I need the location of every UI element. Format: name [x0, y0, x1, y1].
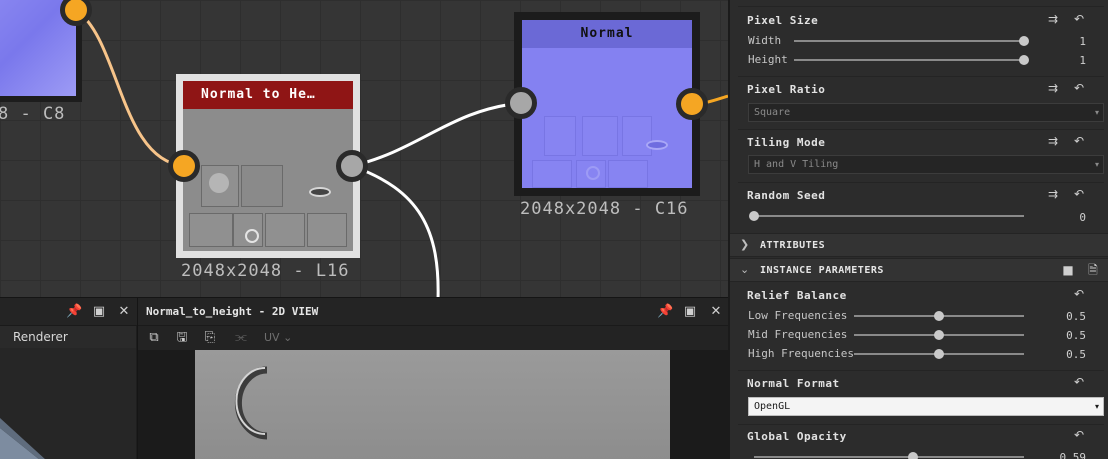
renderer-panel-header: 📌 ▣ ✕ — [0, 298, 137, 326]
wire-nth-down — [351, 164, 440, 297]
slider-knob[interactable] — [934, 349, 944, 359]
node-normal-output-socket[interactable] — [676, 88, 708, 120]
low-frequencies-slider[interactable] — [854, 311, 1024, 321]
node-normal-to-height-label: 2048x2048 - L16 — [181, 261, 350, 281]
pin-icon[interactable]: 📌 — [66, 304, 82, 320]
node-normal-thumbnail — [522, 48, 692, 188]
high-frequencies-slider[interactable] — [854, 349, 1024, 359]
pixel-size-height-label: Height — [748, 53, 788, 66]
restore-icon[interactable]: ▣ — [91, 304, 107, 320]
random-seed-value[interactable]: 0 — [1026, 211, 1086, 224]
pixel-size-width-value[interactable]: 1 — [1026, 35, 1086, 48]
height-map-preview — [195, 350, 670, 459]
reset-icon[interactable]: ↶ — [1070, 134, 1088, 148]
node-normal-title: Normal — [522, 20, 692, 48]
pixel-ratio-dropdown[interactable]: Square ▾ — [748, 103, 1104, 122]
instance-parameters-group-header[interactable]: ⌄ INSTANCE PARAMETERS ■ 🗎 — [730, 258, 1108, 282]
instance-parameters-title: INSTANCE PARAMETERS — [760, 265, 884, 276]
node-normal-input-socket[interactable] — [505, 87, 537, 119]
chevron-right-icon: ❯ — [740, 238, 750, 251]
chevron-down-icon: ▾ — [1094, 402, 1099, 411]
mid-frequencies-label: Mid Frequencies — [748, 328, 848, 341]
node-normal-label: 2048x2048 - C16 — [520, 199, 689, 219]
pixel-size-title: Pixel Size — [747, 14, 819, 27]
slider-knob[interactable] — [749, 211, 759, 221]
link-icon[interactable]: ⇉ — [1044, 187, 1062, 201]
document-icon[interactable]: 🗎 — [1084, 263, 1102, 277]
random-seed-slider[interactable] — [749, 211, 1024, 221]
link-icon[interactable]: ⇉ — [1044, 134, 1062, 148]
reset-icon[interactable]: ↶ — [1070, 12, 1088, 26]
high-frequencies-label: High Frequencies — [748, 347, 854, 360]
random-seed-title: Random Seed — [747, 189, 826, 202]
mid-frequencies-value[interactable]: 0.5 — [1026, 329, 1086, 342]
normal-format-dropdown[interactable]: OpenGL ▾ — [748, 397, 1104, 416]
node-normal[interactable]: Normal — [514, 12, 700, 196]
global-opacity-title: Global Opacity — [747, 430, 847, 443]
properties-panel: Pixel Size ⇉ ↶ Width 1 Height 1 Pixel Ra… — [728, 0, 1108, 459]
global-opacity-value[interactable]: 0.59 — [1026, 451, 1087, 459]
chevron-down-icon: ▾ — [1094, 160, 1099, 169]
2d-view-toolbar: ⧉ 🖫 ⎘ ⫘ UV ⌄ — [138, 326, 728, 350]
2d-view-title: Normal_to_height - 2D VIEW — [146, 305, 319, 318]
save-preset-icon[interactable]: ■ — [1059, 263, 1077, 277]
reset-icon[interactable]: ↶ — [1070, 187, 1088, 201]
slider-knob[interactable] — [934, 311, 944, 321]
renderer-scene — [0, 418, 45, 459]
2d-view-panel: Normal_to_height - 2D VIEW 📌 ▣ ✕ ⧉ 🖫 ⎘ ⫘… — [137, 297, 728, 459]
renderer-tab[interactable]: Renderer — [0, 326, 136, 348]
tiling-mode-selected: H and V Tiling — [754, 159, 839, 170]
mid-frequencies-slider[interactable] — [854, 330, 1024, 340]
slider-knob[interactable] — [934, 330, 944, 340]
save-icon[interactable]: 🖫 — [174, 330, 190, 346]
attributes-title: ATTRIBUTES — [760, 240, 826, 251]
tiling-mode-dropdown[interactable]: H and V Tiling ▾ — [748, 155, 1104, 174]
low-frequencies-label: Low Frequencies — [748, 309, 848, 322]
attributes-group-header[interactable]: ❯ ATTRIBUTES — [730, 233, 1108, 257]
tiling-mode-title: Tiling Mode — [747, 136, 826, 149]
node-normal-to-height-input-socket[interactable] — [168, 150, 200, 182]
renderer-panel: 📌 ▣ ✕ Renderer — [0, 297, 137, 459]
reset-icon[interactable]: ↶ — [1070, 375, 1088, 389]
view-settings-icon[interactable]: ⧉ — [146, 330, 162, 346]
relief-balance-title: Relief Balance — [747, 289, 847, 302]
renderer-viewport[interactable] — [0, 348, 136, 459]
pixel-size-width-slider[interactable] — [794, 36, 1029, 46]
close-icon[interactable]: ✕ — [116, 304, 132, 320]
link-icon[interactable]: ⇉ — [1044, 81, 1062, 95]
close-icon[interactable]: ✕ — [708, 304, 724, 320]
pixel-ratio-title: Pixel Ratio — [747, 83, 826, 96]
pixel-size-height-value[interactable]: 1 — [1026, 54, 1086, 67]
normal-format-selected: OpenGL — [754, 401, 791, 412]
link-icon[interactable]: ⇉ — [1044, 12, 1062, 26]
slider-knob[interactable] — [908, 452, 919, 459]
high-frequencies-value[interactable]: 0.5 — [1026, 348, 1086, 361]
restore-icon[interactable]: ▣ — [682, 304, 698, 320]
pixel-size-width-label: Width — [748, 34, 782, 47]
2d-viewport[interactable] — [138, 350, 728, 459]
copy-icon[interactable]: ⎘ — [202, 330, 218, 346]
2d-view-header: Normal_to_height - 2D VIEW 📌 ▣ ✕ — [138, 298, 728, 326]
reset-icon[interactable]: ↶ — [1070, 287, 1088, 301]
pin-icon[interactable]: 📌 — [657, 304, 673, 320]
node-normal-to-height-thumbnail — [183, 109, 353, 251]
node-normal-to-height-title: Normal to He… — [183, 81, 353, 109]
reset-icon[interactable]: ↶ — [1070, 428, 1088, 442]
node-normal-to-height[interactable]: Normal to He… — [176, 74, 360, 258]
share-icon[interactable]: ⫘ — [233, 330, 249, 346]
pixel-size-height-slider[interactable] — [794, 55, 1029, 65]
wire-c8-to-nth — [75, 8, 185, 168]
pixel-ratio-selected: Square — [754, 107, 791, 118]
normal-format-title: Normal Format — [747, 377, 840, 390]
graph-canvas[interactable]: 8 - C8 Normal to He… 2048x2048 - L16 Nor… — [0, 0, 728, 297]
node-normal-to-height-output-socket[interactable] — [336, 150, 368, 182]
uv-select[interactable]: UV ⌄ — [264, 330, 292, 346]
chevron-down-icon: ▾ — [1094, 108, 1099, 117]
reset-icon[interactable]: ↶ — [1070, 81, 1088, 95]
low-frequencies-value[interactable]: 0.5 — [1026, 310, 1086, 323]
chevron-down-icon: ⌄ — [740, 263, 750, 276]
node-c8-label: 8 - C8 — [0, 104, 66, 124]
wire-nth-to-normal — [351, 101, 522, 168]
global-opacity-slider[interactable] — [754, 452, 1024, 459]
